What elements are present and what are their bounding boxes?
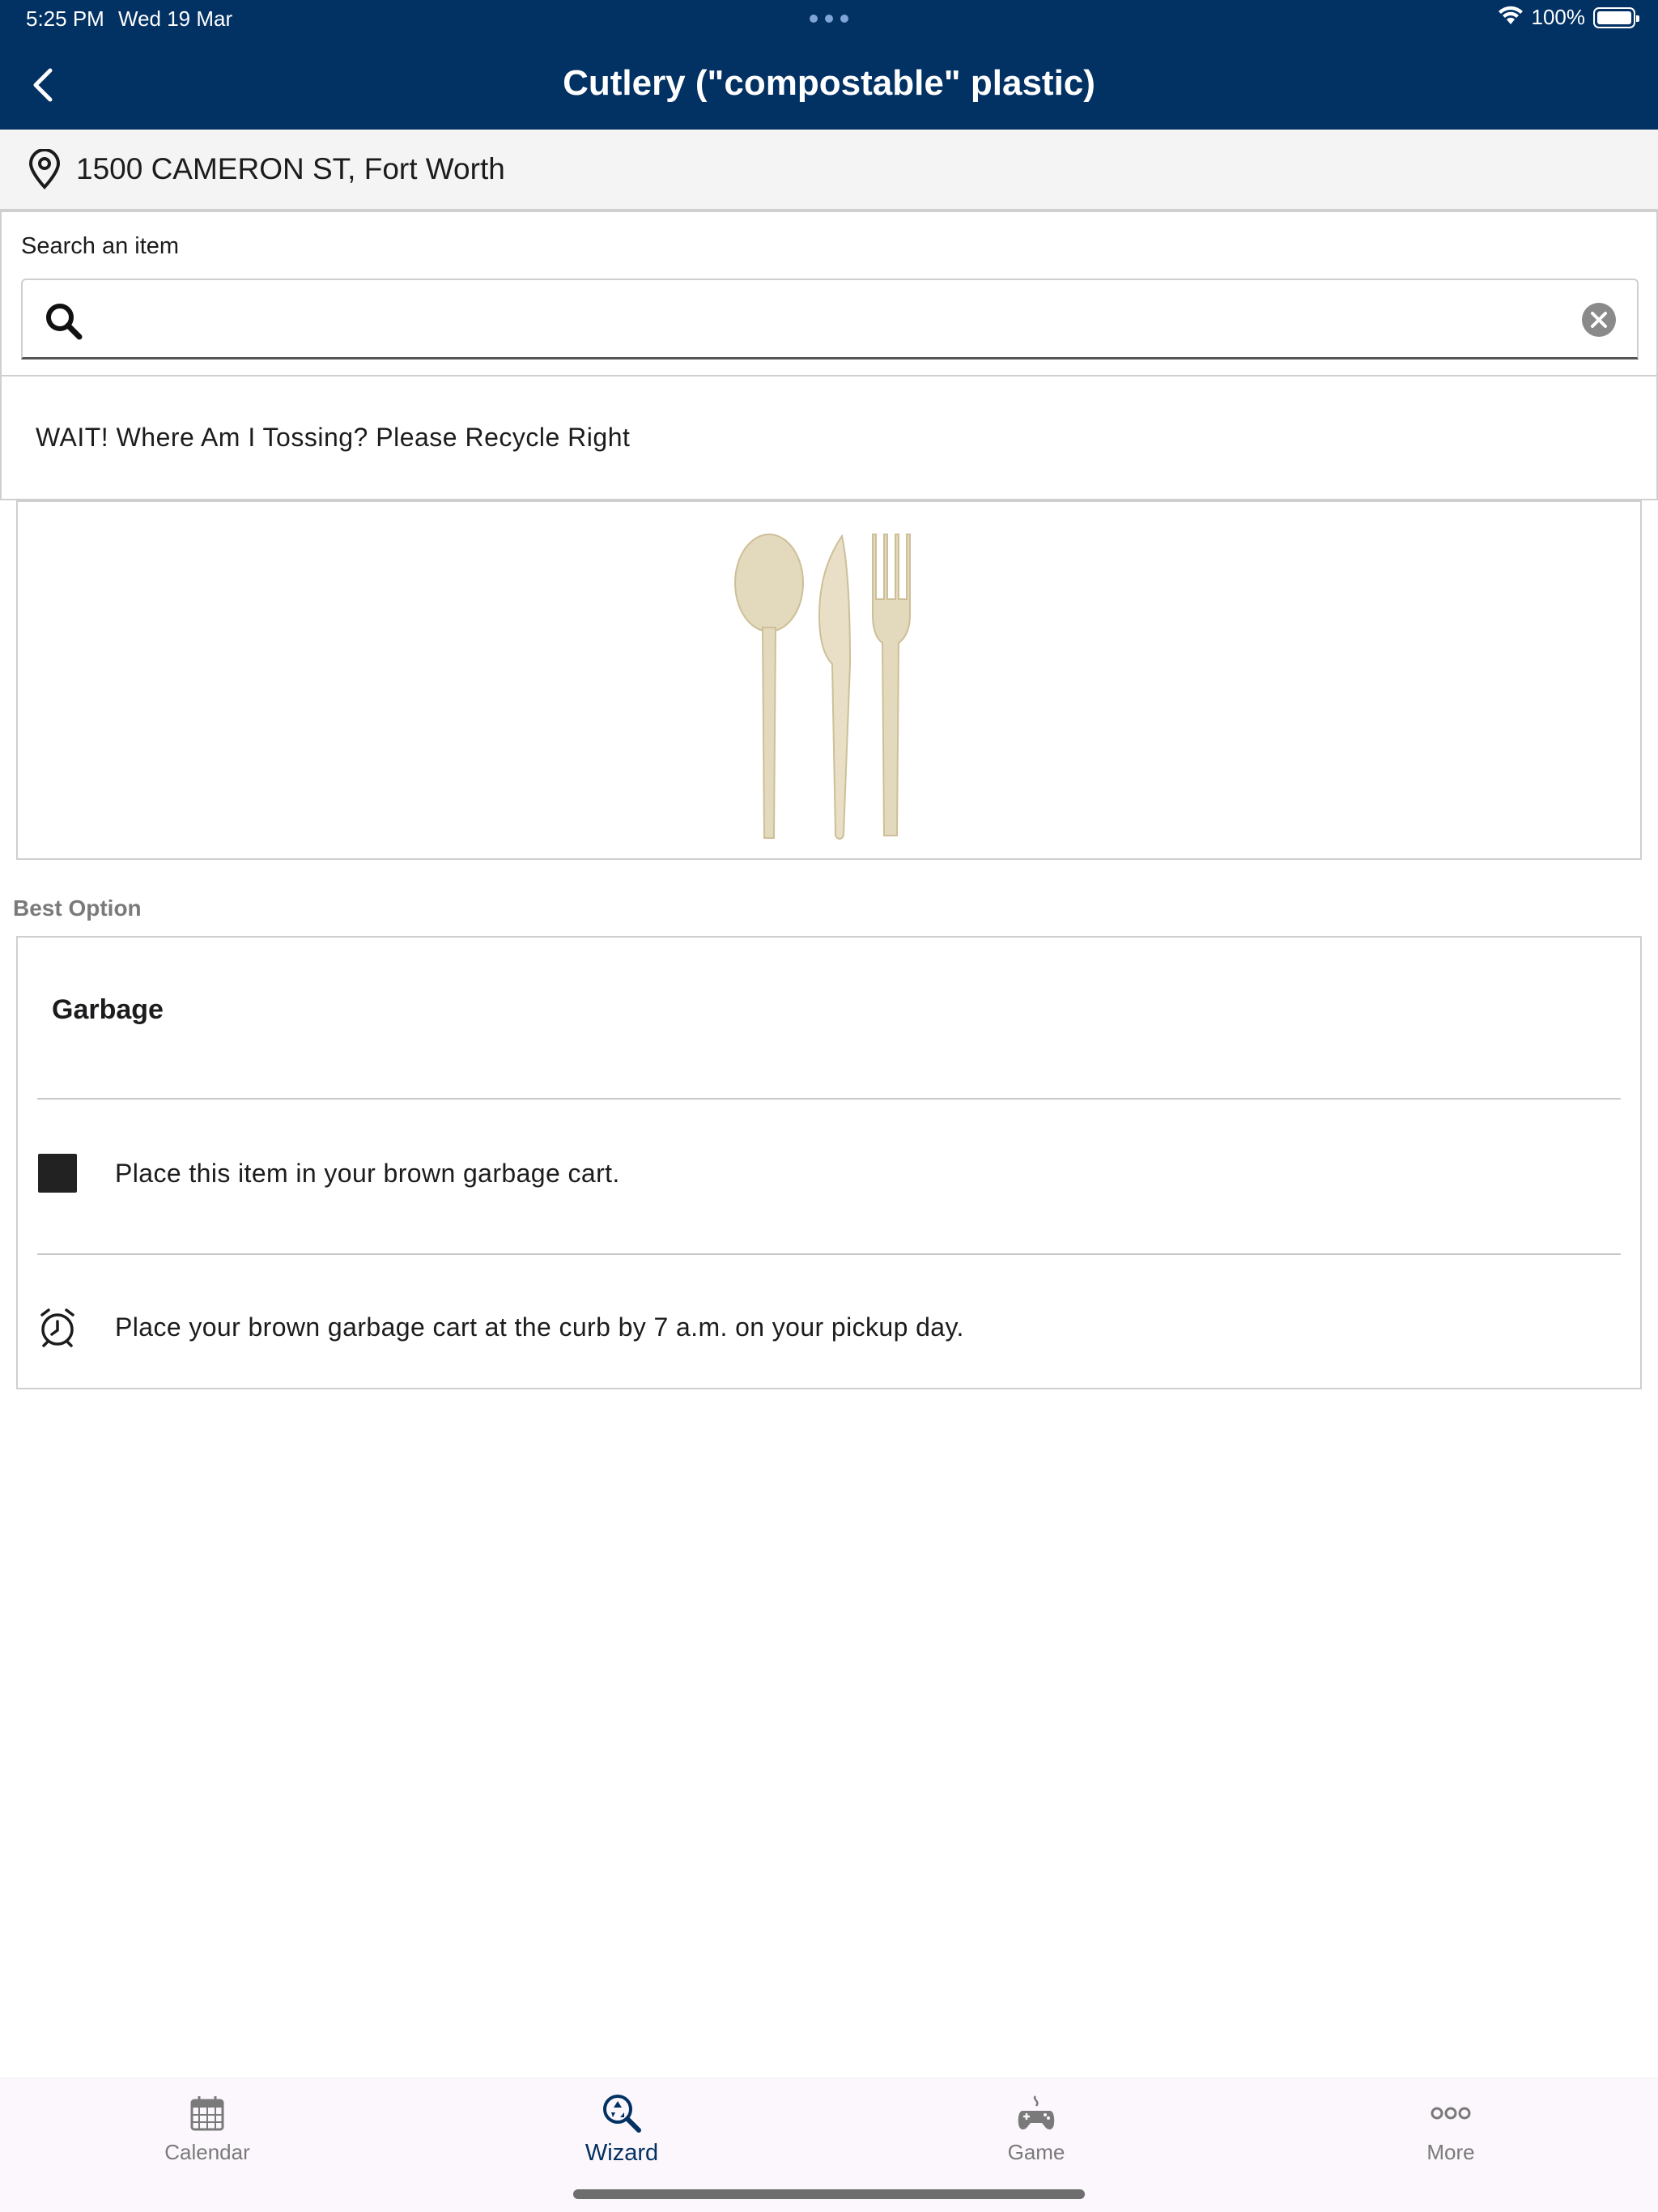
more-icon [1431, 2093, 1471, 2133]
alarm-clock-icon [37, 1307, 78, 1347]
tab-label: Game [1007, 2140, 1065, 2164]
page-title: Cutlery ("compostable" plastic) [563, 63, 1095, 103]
wifi-icon [1498, 5, 1524, 30]
tab-wizard[interactable]: Wizard [525, 2093, 719, 2182]
battery-icon [1593, 6, 1639, 28]
status-indicators: 100% [1498, 5, 1639, 30]
location-pin-icon [26, 149, 63, 189]
tab-label: More [1426, 2140, 1475, 2164]
search-section: Search an item [0, 211, 1658, 376]
search-input[interactable] [104, 291, 1561, 348]
best-option-label: Best Option [13, 895, 142, 921]
search-icon [44, 301, 83, 340]
home-indicator[interactable] [573, 2189, 1085, 2199]
tab-calendar[interactable]: Calendar [110, 2093, 304, 2182]
tab-more[interactable]: More [1354, 2093, 1548, 2182]
multitasking-dots-icon[interactable] [810, 15, 848, 24]
instruction-text: Place this item in your brown garbage ca… [115, 1158, 620, 1188]
status-time: 5:25 PM [26, 6, 104, 31]
battery-percentage: 100% [1531, 5, 1586, 29]
banner-text: WAIT! Where Am I Tossing? Please Recycle… [36, 423, 631, 452]
cutlery-image [734, 534, 911, 840]
search-label: Search an item [21, 233, 180, 259]
item-image-card [16, 500, 1642, 860]
address-bar[interactable]: 1500 CAMERON ST, Fort Worth [0, 130, 1658, 211]
game-controller-icon [1016, 2093, 1056, 2133]
wizard-search-icon [602, 2093, 642, 2133]
instruction-text: Place your brown garbage cart at the cur… [115, 1312, 964, 1342]
instruction-row: Place this item in your brown garbage ca… [37, 1137, 1621, 1210]
square-icon [37, 1153, 78, 1193]
recycle-right-banner[interactable]: WAIT! Where Am I Tossing? Please Recycle… [0, 376, 1658, 500]
instruction-row: Place your brown garbage cart at the cur… [37, 1291, 1621, 1363]
divider [37, 1098, 1621, 1100]
app-header: 5:25 PM Wed 19 Mar 100% Cutlery ("compos… [0, 0, 1658, 130]
status-date: Wed 19 Mar [118, 6, 233, 31]
tab-label: Wizard [585, 2140, 659, 2166]
divider [37, 1253, 1621, 1255]
tab-game[interactable]: Game [939, 2093, 1133, 2182]
option-title: Garbage [52, 994, 164, 1025]
tab-label: Calendar [164, 2140, 250, 2164]
search-box[interactable] [21, 279, 1639, 359]
clear-icon[interactable] [1580, 301, 1618, 338]
best-option-card: Garbage Place this item in your brown ga… [16, 936, 1642, 1389]
address-text: 1500 CAMERON ST, Fort Worth [76, 152, 505, 185]
calendar-icon [187, 2093, 227, 2133]
